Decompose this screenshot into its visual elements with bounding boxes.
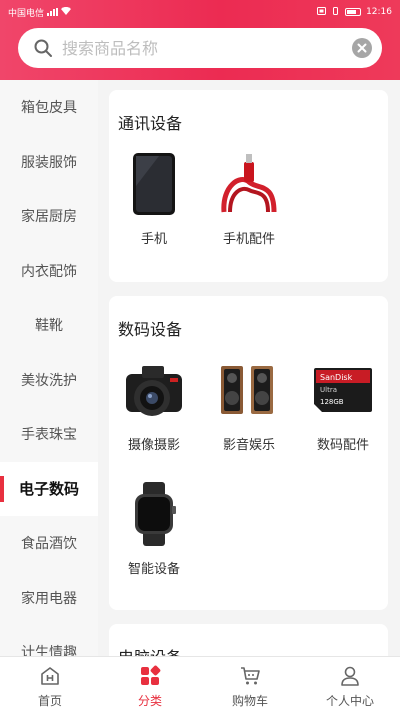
category-label: 智能设备 [127,562,180,577]
wifi-icon [61,6,72,18]
sd-card-icon: SanDisk Ultra 128GB [298,358,388,422]
sidebar-item-label: 计生情趣 [21,645,77,656]
section-card-digital: 数码设备 摄像摄影 影音娱乐 SanDisk Ultra 128GB 数码配件 … [109,296,388,610]
sidebar-item-home-kitchen[interactable]: 家居厨房 [0,189,98,244]
speakers-icon [204,358,294,422]
smartphone-icon [109,152,199,216]
sidebar-item-label: 食品酒饮 [21,536,77,553]
sidebar-item-label: 家居厨房 [21,209,77,226]
smartwatch-icon [109,482,199,546]
sidebar-item-shoes[interactable]: 鞋靴 [0,298,98,353]
sidebar-item-label: 家用电器 [21,590,77,607]
category-tile-photography[interactable]: 摄像摄影 [109,358,199,453]
sidebar-item-label: 服装服饰 [21,154,77,171]
usb-cable-icon [204,152,294,216]
sidebar-item-label: 电子数码 [18,480,79,499]
section-card-communication: 通讯设备 手机 手机配件 [109,90,388,282]
search-bar [18,28,382,68]
sd-card-capacity: 128GB [320,398,344,406]
header: 中国电信 12:16 [0,0,400,80]
sidebar-item-adult[interactable]: 计生情趣 [0,625,98,656]
status-time: 12:16 [366,7,392,17]
sidebar-item-watches-jewelry[interactable]: 手表珠宝 [0,407,98,462]
sidebar-item-clothing[interactable]: 服装服饰 [0,135,98,190]
category-tile-smart-devices[interactable]: 智能设备 [109,482,199,577]
category-content: 通讯设备 手机 手机配件 数码设备 摄像摄影 影音娱乐 SanDisk Ultr… [98,80,400,656]
category-label: 影音娱乐 [222,438,275,453]
section-title: 数码设备 [118,320,183,339]
sidebar-item-beauty[interactable]: 美妆洗护 [0,353,98,408]
notification-icon [317,6,327,18]
home-icon [38,664,62,688]
sidebar-item-label: 鞋靴 [35,318,63,335]
sd-card-brand: SanDisk [320,373,353,382]
section-card-computer: 电脑设备 [109,624,388,656]
sidebar-item-luggage[interactable]: 箱包皮具 [0,80,98,135]
nav-profile[interactable]: 个人中心 [300,657,400,710]
nav-label: 首页 [37,694,62,708]
camera-icon [109,358,199,422]
category-tile-phone[interactable]: 手机 [109,152,199,247]
sd-card-line: Ultra [320,386,337,394]
nav-label: 个人中心 [325,694,374,708]
nav-cart[interactable]: 购物车 [200,657,300,710]
nav-label: 购物车 [231,694,268,708]
category-tile-audio-video[interactable]: 影音娱乐 [204,358,294,453]
nav-home[interactable]: 首页 [0,657,100,710]
vibrate-icon [331,6,340,18]
user-icon [338,664,362,688]
section-title: 通讯设备 [118,114,183,133]
sidebar-item-electronics[interactable]: 电子数码 [0,461,98,516]
category-label: 手机 [140,232,167,247]
category-tile-digital-accessories[interactable]: SanDisk Ultra 128GB 数码配件 [298,358,388,453]
sidebar-item-label: 手表珠宝 [21,427,77,444]
sidebar-item-underwear[interactable]: 内衣配饰 [0,244,98,299]
category-label: 摄像摄影 [127,438,180,453]
status-bar: 中国电信 12:16 [0,0,400,24]
category-sidebar: 箱包皮具 服装服饰 家居厨房 内衣配饰 鞋靴 美妆洗护 手表珠宝 电子数码 食品… [0,80,98,656]
sidebar-item-label: 美妆洗护 [21,372,77,389]
search-icon[interactable] [32,37,54,59]
sidebar-item-food-drinks[interactable]: 食品酒饮 [0,516,98,571]
nav-category[interactable]: 分类 [100,657,200,710]
category-label: 数码配件 [316,438,369,453]
clear-icon[interactable] [352,38,372,58]
category-icon [138,664,162,688]
category-tile-phone-accessories[interactable]: 手机配件 [204,152,294,247]
battery-icon [345,8,362,16]
carrier-label: 中国电信 [8,8,45,19]
sidebar-item-label: 箱包皮具 [21,100,77,117]
signal-icon [47,8,59,16]
nav-label: 分类 [137,694,162,708]
search-input[interactable] [62,38,352,58]
section-title: 电脑设备 [118,644,182,656]
sidebar-item-appliances[interactable]: 家用电器 [0,571,98,626]
sidebar-item-label: 内衣配饰 [21,263,77,280]
bottom-nav: 首页 分类 购物车 个人中心 [0,656,400,710]
cart-icon [238,664,262,688]
category-label: 手机配件 [222,232,275,247]
